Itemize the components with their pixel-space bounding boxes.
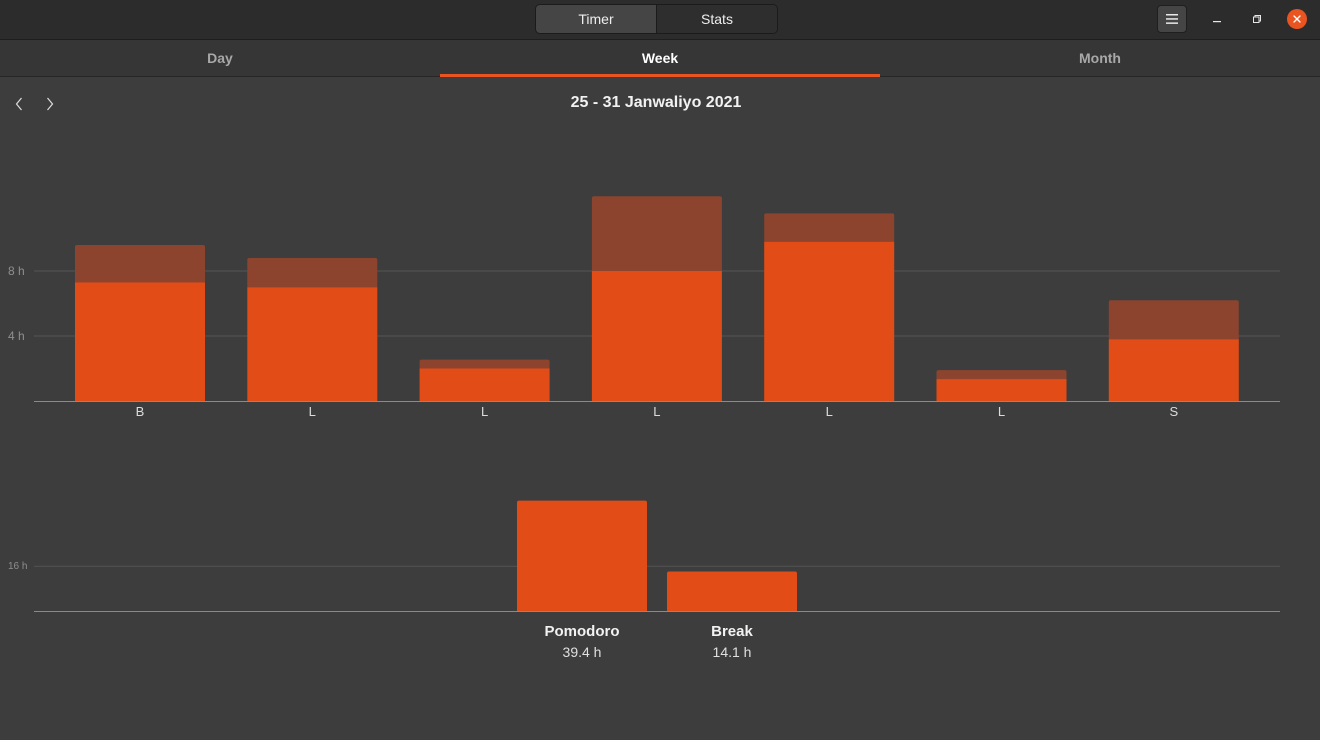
break-summary-label: Break <box>711 623 753 640</box>
week-pomodoro-bar <box>75 282 205 401</box>
week-break-bar <box>764 213 895 242</box>
week-y-tick-label: 8 h <box>8 264 25 278</box>
break-summary-value: 14.1 h <box>712 644 752 660</box>
week-break-bar <box>1108 300 1239 340</box>
week-pomodoro-bar <box>419 368 550 401</box>
week-break-bar <box>936 370 1067 380</box>
week-day-label: L <box>826 404 833 419</box>
week-day-label: L <box>481 404 488 419</box>
week-day-label: S <box>1169 404 1178 419</box>
week-pomodoro-bar <box>936 379 1067 401</box>
week-day-label: B <box>136 404 145 419</box>
week-break-bar <box>247 258 378 288</box>
pomodoro-total-bar <box>517 500 647 611</box>
pomodoro-summary-label: Pomodoro <box>544 623 620 640</box>
stats-charts: 4 h 8 h B L L L L L S 16 h <box>8 196 1280 612</box>
week-day-label: L <box>653 404 660 419</box>
week-break-bar <box>75 245 205 283</box>
break-total-bar <box>667 571 797 611</box>
week-pomodoro-bar <box>764 241 895 401</box>
week-pomodoro-bar <box>1108 339 1239 401</box>
week-pomodoro-bar <box>247 287 378 401</box>
summary-y-tick-label: 16 h <box>8 561 27 572</box>
week-break-bar <box>419 359 550 369</box>
week-break-bar <box>591 196 722 271</box>
week-day-label: L <box>998 404 1005 419</box>
week-day-label: L <box>309 404 316 419</box>
pomodoro-summary-value: 39.4 h <box>562 644 602 660</box>
week-pomodoro-bar <box>591 271 722 401</box>
week-y-tick-label: 4 h <box>8 329 25 343</box>
